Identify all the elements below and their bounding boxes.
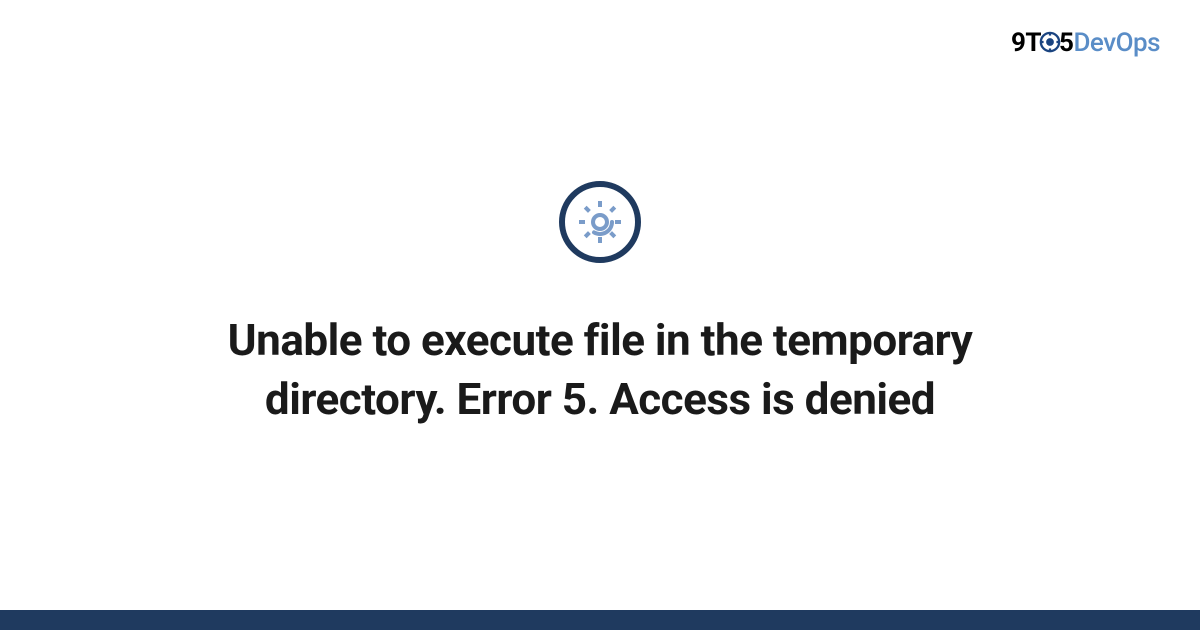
main-content: Unable to execute file in the temporary … xyxy=(0,0,1200,610)
gear-icon-circle xyxy=(559,181,641,263)
gear-icon xyxy=(576,198,624,246)
error-title: Unable to execute file in the temporary … xyxy=(150,311,1050,430)
footer-bar xyxy=(0,610,1200,630)
